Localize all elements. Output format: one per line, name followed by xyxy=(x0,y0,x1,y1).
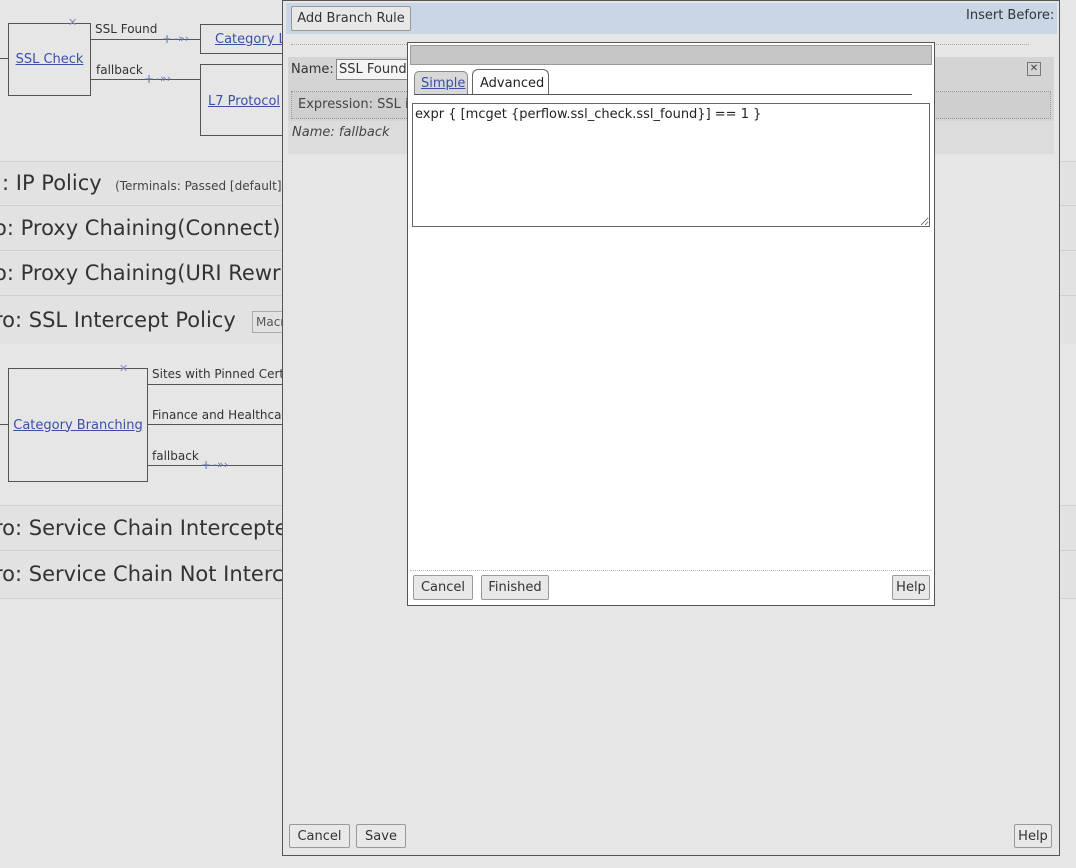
add-branch-plus-icon[interactable]: + xyxy=(201,459,211,471)
fallback-name: Name: fallback xyxy=(292,125,390,140)
dialog-cancel-button[interactable]: Cancel xyxy=(413,575,473,600)
category-link[interactable]: Category L xyxy=(215,32,286,47)
section-title: : IP Policy (Terminals: Passed [default]… xyxy=(2,171,286,195)
remove-node-icon[interactable]: ✕ xyxy=(68,17,77,28)
ssl-check-link[interactable]: SSL Check xyxy=(16,52,84,67)
edge-line xyxy=(148,424,288,425)
tab-advanced[interactable]: Advanced xyxy=(472,69,549,95)
expression-textarea[interactable] xyxy=(412,103,930,227)
l7-protocol-node: L7 Protocol xyxy=(200,64,290,136)
insert-before-label: Insert Before: xyxy=(966,8,1055,23)
tab-advanced-label: Advanced xyxy=(480,76,545,91)
double-arrow-icon: -»› xyxy=(174,32,190,45)
name-input[interactable]: SSL Found xyxy=(336,59,416,80)
panel-help-button[interactable]: Help xyxy=(1014,824,1052,848)
ssl-check-node: SSL Check xyxy=(8,23,91,96)
dialog-help-button[interactable]: Help xyxy=(892,575,930,600)
edge-label-fallback: fallback xyxy=(96,63,143,77)
name-label: Name: xyxy=(291,62,334,77)
section-title: ro: SSL Intercept Policy xyxy=(0,308,236,332)
expression-text: Expression: SSL is xyxy=(298,97,416,112)
category-node: Category L xyxy=(200,24,290,54)
edge-label-ssl-found: SSL Found xyxy=(95,22,158,36)
panel-cancel-button[interactable]: Cancel xyxy=(289,824,350,848)
double-arrow-icon: -»› xyxy=(156,72,172,85)
section-title: o: Proxy Chaining(Connect) xyxy=(0,216,281,240)
dialog-finished-button[interactable]: Finished xyxy=(481,575,549,600)
section-title: o: Proxy Chaining(URI Rewr xyxy=(0,261,281,285)
panel-save-button[interactable]: Save xyxy=(356,824,406,848)
dialog-titlebar[interactable] xyxy=(410,45,932,65)
close-icon[interactable]: ✕ xyxy=(1027,62,1041,76)
add-branch-plus-icon[interactable]: + xyxy=(162,33,172,45)
edge-label-fallback: fallback xyxy=(152,449,199,463)
category-branching-link[interactable]: Category Branching xyxy=(13,418,142,433)
section-title: ro: Service Chain Not Interce xyxy=(0,562,297,586)
expression-dialog: Simple Advanced Cancel Finished Help xyxy=(407,42,935,606)
l7-protocol-link[interactable]: L7 Protocol xyxy=(208,94,280,109)
double-arrow-icon: -»› xyxy=(213,458,229,471)
remove-node-icon[interactable]: ✕ xyxy=(119,363,128,374)
section-title: ro: Service Chain Interceptec xyxy=(0,516,300,540)
edge-label-finance: Finance and Healthcare xyxy=(152,408,294,422)
add-branch-rule-button[interactable]: Add Branch Rule xyxy=(291,6,411,31)
tab-simple-label: Simple xyxy=(421,76,466,91)
edge-label-pinned: Sites with Pinned Certi xyxy=(152,367,288,381)
edge-line xyxy=(148,384,288,385)
dialog-divider xyxy=(410,570,932,571)
tab-underline xyxy=(414,94,912,95)
tab-simple[interactable]: Simple xyxy=(414,71,468,94)
add-branch-plus-icon[interactable]: + xyxy=(144,73,154,85)
category-branching-node: Category Branching xyxy=(8,368,148,482)
